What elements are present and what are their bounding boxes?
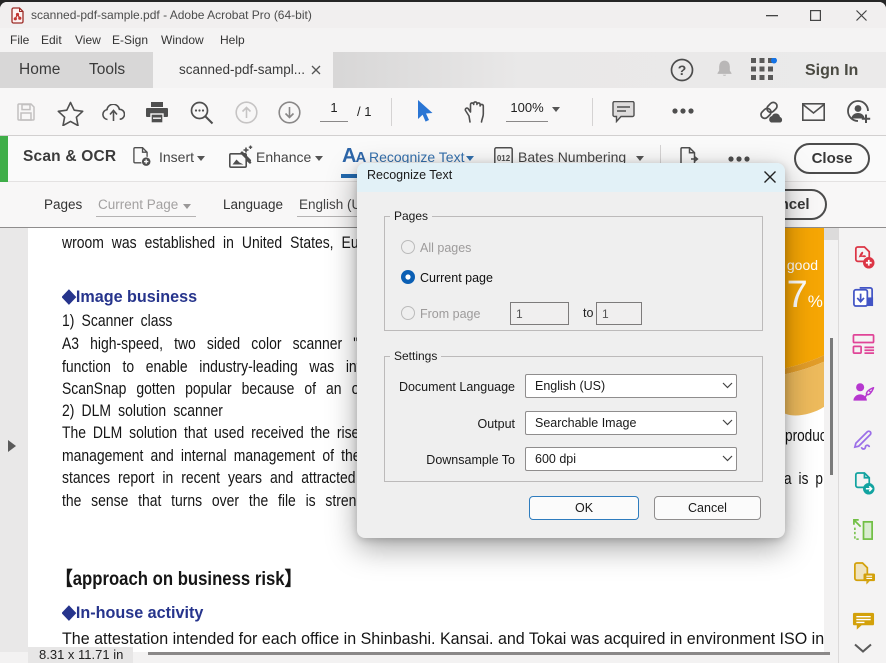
svg-text:012: 012 bbox=[497, 154, 511, 163]
svg-text:?: ? bbox=[678, 62, 687, 78]
